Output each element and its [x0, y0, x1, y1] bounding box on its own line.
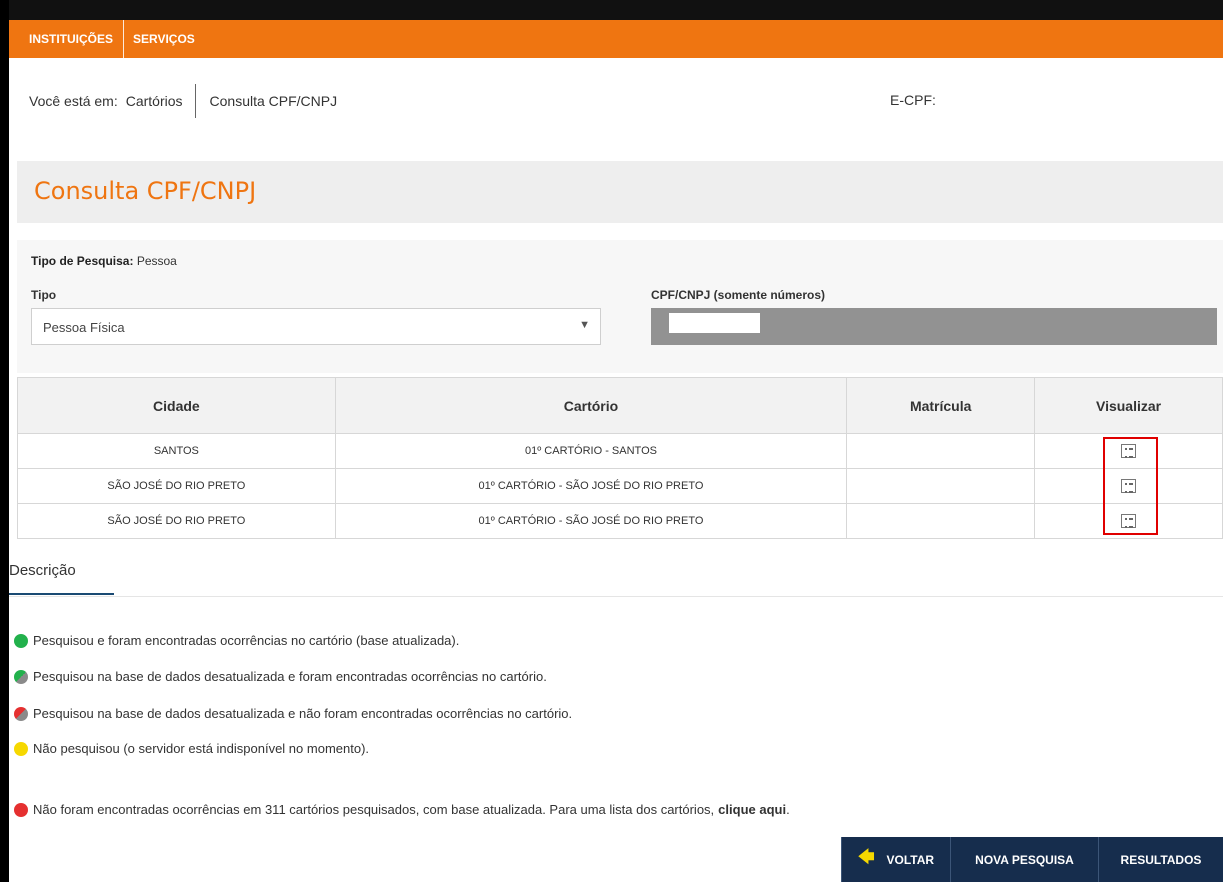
chevron-down-icon: ▼ — [579, 319, 590, 331]
status-dot-icon — [14, 706, 28, 721]
cell-cartorio: 01º CARTÓRIO - SÃO JOSÉ DO RIO PRETO — [334, 503, 848, 539]
legend-text: Pesquisou na base de dados desatualizada… — [33, 669, 547, 684]
visualizar-highlight-box — [1103, 437, 1158, 535]
breadcrumb-item-consulta: Consulta CPF/CNPJ — [209, 93, 338, 109]
cell-cidade: SANTOS — [17, 433, 336, 469]
header-cidade: Cidade — [17, 377, 336, 434]
cpf-label: CPF/CNPJ (somente números) — [651, 288, 826, 302]
table-row: SÃO JOSÉ DO RIO PRETO 01º CARTÓRIO - SÃO… — [17, 503, 1223, 539]
cpf-field[interactable] — [651, 308, 1217, 345]
status-dot-icon — [14, 669, 28, 684]
resultados-button[interactable]: RESULTADOS — [1098, 837, 1223, 882]
tipo-pesquisa-label: Tipo de Pesquisa: — [31, 254, 134, 268]
breadcrumb-separator — [194, 84, 196, 118]
nav-item-servicos[interactable]: SERVIÇOS — [124, 20, 204, 58]
nova-pesquisa-button[interactable]: NOVA PESQUISA — [950, 837, 1098, 882]
legend-text: Não pesquisou (o servidor está indisponí… — [33, 741, 370, 756]
breadcrumb-prefix: Você está em: — [29, 93, 118, 109]
legend-text: Pesquisou na base de dados desatualizada… — [33, 706, 573, 721]
app-frame: INSTITUIÇÕES SERVIÇOS Você está em: Cart… — [9, 0, 1223, 882]
tab-descricao[interactable]: Descrição — [9, 562, 76, 579]
cell-matricula — [846, 433, 1036, 469]
page: INSTITUIÇÕES SERVIÇOS Você está em: Cart… — [9, 0, 1223, 882]
nav-item-instituicoes[interactable]: INSTITUIÇÕES — [9, 20, 123, 58]
top-navbar: INSTITUIÇÕES SERVIÇOS — [9, 20, 1223, 58]
divider — [9, 596, 1223, 597]
header-visualizar: Visualizar — [1034, 377, 1223, 434]
top-strip — [9, 0, 1223, 20]
table-row: SÃO JOSÉ DO RIO PRETO 01º CARTÓRIO - SÃO… — [17, 468, 1223, 504]
tipo-pesquisa-info: Tipo de Pesquisa: Pessoa — [31, 254, 177, 268]
ecpf-label: E-CPF: — [890, 92, 936, 108]
clique-aqui-link[interactable]: clique aqui — [718, 802, 786, 817]
cell-matricula — [846, 503, 1036, 539]
header-cartorio: Cartório — [334, 377, 848, 434]
summary-end: . — [786, 802, 790, 817]
breadcrumb: Você está em: Cartórios Consulta CPF/CNP… — [29, 84, 337, 118]
matricula-redacted — [917, 507, 964, 535]
cell-cartorio: 01º CARTÓRIO - SÃO JOSÉ DO RIO PRETO — [334, 468, 848, 504]
nav-separator — [123, 20, 125, 58]
tab-active-underline — [9, 593, 114, 595]
status-dot-icon — [14, 633, 28, 648]
table-row: SANTOS 01º CARTÓRIO - SANTOS — [17, 433, 1223, 469]
summary-text: Não foram encontradas ocorrências em 311… — [33, 802, 715, 817]
title-band: Consulta CPF/CNPJ — [17, 161, 1223, 223]
status-dot-icon — [14, 741, 28, 756]
tipo-pesquisa-value: Pessoa — [136, 254, 177, 268]
cpf-value-redacted — [669, 313, 760, 333]
cell-cartorio: 01º CARTÓRIO - SANTOS — [334, 433, 848, 469]
summary-line: Não foram encontradas ocorrências em 311… — [14, 802, 790, 817]
legend-item: Pesquisou na base de dados desatualizada… — [14, 669, 547, 684]
matricula-redacted — [917, 472, 964, 500]
tipo-select[interactable]: Pessoa Física ▼ — [31, 308, 601, 345]
voltar-label: VOLTAR — [886, 852, 935, 867]
page-title: Consulta CPF/CNPJ — [34, 177, 257, 205]
header-matricula: Matrícula — [846, 377, 1036, 434]
legend-text: Pesquisou e foram encontradas ocorrência… — [33, 633, 460, 648]
cell-cidade: SÃO JOSÉ DO RIO PRETO — [17, 468, 336, 504]
legend-item: Não pesquisou (o servidor está indisponí… — [14, 741, 369, 756]
status-dot-icon — [14, 802, 28, 817]
tipo-select-value: Pessoa Física — [43, 320, 125, 335]
cell-cidade: SÃO JOSÉ DO RIO PRETO — [17, 503, 336, 539]
matricula-redacted — [917, 437, 964, 465]
table-header-row: Cidade Cartório Matrícula Visualizar — [17, 377, 1223, 434]
search-form — [17, 240, 1223, 373]
voltar-button[interactable]: 🡄 VOLTAR — [841, 837, 950, 882]
action-buttons: 🡄 VOLTAR NOVA PESQUISA RESULTADOS — [841, 837, 1223, 882]
legend-item: Pesquisou e foram encontradas ocorrência… — [14, 633, 459, 648]
breadcrumb-item-cartorios[interactable]: Cartórios — [126, 93, 183, 109]
legend-item: Pesquisou na base de dados desatualizada… — [14, 706, 572, 721]
arrow-left-icon: 🡄 — [857, 849, 875, 866]
tipo-label: Tipo — [31, 288, 57, 302]
cell-matricula — [846, 468, 1036, 504]
results-table: Cidade Cartório Matrícula Visualizar SAN… — [17, 377, 1223, 539]
